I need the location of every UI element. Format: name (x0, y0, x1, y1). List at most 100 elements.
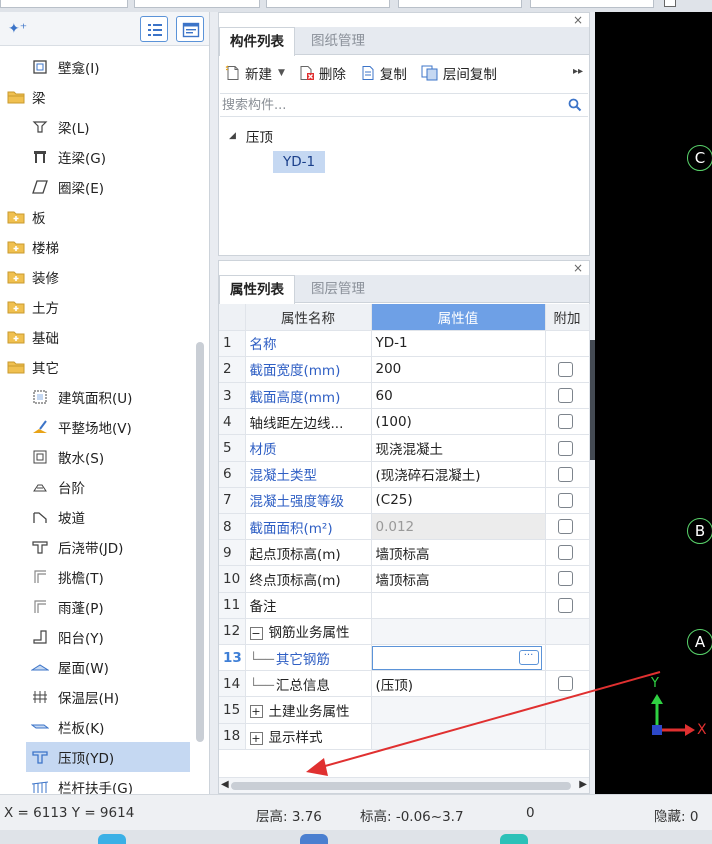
close-icon[interactable]: × (573, 261, 583, 275)
expand-group-icon[interactable]: + (249, 731, 263, 745)
property-row[interactable]: 3 截面高度(mm) 60 (219, 382, 590, 410)
taskbar-app-icon-1[interactable] (98, 834, 126, 844)
tab-drawing-management[interactable]: 图纸管理 (301, 27, 375, 55)
tree-item[interactable]: 栏杆扶手(G) (0, 772, 196, 794)
property-value[interactable]: (压顶) (371, 670, 546, 698)
property-value[interactable]: (C25) (371, 487, 546, 515)
floor-copy-button[interactable]: 层间复制 (421, 63, 497, 83)
tree-item[interactable]: 阳台(Y) (0, 622, 196, 652)
tree-item[interactable]: 连梁(G) (0, 142, 196, 172)
tree-item[interactable]: 栏板(K) (0, 712, 196, 742)
scrollbar-thumb[interactable] (231, 782, 571, 790)
attach-checkbox[interactable] (557, 440, 573, 456)
top-dropdown-2[interactable] (134, 0, 260, 8)
toolbar-overflow-icon[interactable]: ▸▸ (573, 66, 583, 77)
tree-item[interactable]: 散水(S) (0, 442, 196, 472)
property-value[interactable]: (现浇碎石混凝土) (371, 461, 546, 488)
tree-item[interactable]: 屋面(W) (0, 652, 196, 682)
tree-item[interactable]: 后浇带(JD) (0, 532, 196, 562)
top-dropdown-1[interactable] (0, 0, 128, 8)
attach-checkbox[interactable] (557, 676, 573, 692)
new-button[interactable]: 新建 ▼ (225, 63, 285, 83)
property-value[interactable]: ··· (371, 644, 546, 672)
tree-category[interactable]: 基础 (0, 322, 196, 352)
tree-category[interactable]: 土方 (0, 292, 196, 322)
tree-scrollbar[interactable] (196, 342, 204, 742)
tree-leaf-yd1[interactable]: YD-1 (273, 151, 326, 173)
sparkle-icon[interactable]: ✦⁺ (8, 21, 27, 37)
property-row[interactable]: 10 终点顶标高(m) 墙顶标高 (219, 565, 590, 593)
detail-view-button[interactable] (176, 16, 204, 42)
drawing-canvas[interactable]: C B A Y X (595, 12, 712, 794)
tree-item[interactable]: 压顶(YD) (26, 742, 190, 772)
tree-item[interactable]: 壁龛(I) (0, 52, 196, 82)
property-row[interactable]: 12− 钢筋业务属性 (219, 618, 590, 645)
tree-item[interactable]: 台阶 (0, 472, 196, 502)
copy-button[interactable]: 复制 (360, 63, 407, 83)
tree-item[interactable]: 坡道 (0, 502, 196, 532)
tree-category[interactable]: 装修 (0, 262, 196, 292)
taskbar-app-icon-3[interactable] (500, 834, 528, 844)
tree-category[interactable]: 其它 (0, 352, 196, 382)
delete-button[interactable]: 删除 (299, 63, 346, 83)
property-value[interactable]: 墙顶标高 (371, 539, 546, 567)
attach-checkbox[interactable] (557, 545, 573, 561)
expand-triangle-icon[interactable]: ◢ (229, 131, 236, 141)
property-row[interactable]: 4 轴线距左边线... (100) (219, 408, 590, 436)
top-checkbox[interactable] (664, 0, 676, 7)
chevron-down-icon[interactable]: ▼ (278, 68, 285, 78)
attach-checkbox[interactable] (557, 492, 573, 508)
attach-checkbox[interactable] (557, 361, 573, 377)
attach-checkbox[interactable] (557, 388, 573, 404)
top-dropdown-4[interactable] (398, 0, 522, 8)
property-row[interactable]: 9 起点顶标高(m) 墙顶标高 (219, 539, 590, 567)
attach-checkbox[interactable] (557, 466, 573, 482)
expand-group-icon[interactable]: + (249, 705, 263, 719)
tree-item[interactable]: 雨蓬(P) (0, 592, 196, 622)
attach-checkbox[interactable] (557, 571, 573, 587)
property-value[interactable]: 现浇混凝土 (371, 434, 546, 462)
top-dropdown-5[interactable] (530, 0, 654, 8)
close-icon[interactable]: × (573, 13, 583, 27)
search-icon[interactable] (568, 98, 582, 112)
tab-component-list[interactable]: 构件列表 (219, 27, 295, 56)
property-row[interactable]: 5 材质 现浇混凝土 (219, 434, 590, 462)
property-row[interactable]: 14 └── 汇总信息 (压顶) (219, 670, 590, 698)
property-value[interactable]: YD-1 (371, 330, 546, 357)
tab-layer-management[interactable]: 图层管理 (301, 275, 375, 303)
property-row[interactable]: 1 名称 YD-1 (219, 330, 590, 357)
horizontal-scrollbar[interactable]: ◀ ▶ (219, 777, 589, 793)
attach-checkbox[interactable] (557, 414, 573, 430)
property-row[interactable]: 6 混凝土类型 (现浇碎石混凝土) (219, 461, 590, 488)
top-dropdown-3[interactable] (266, 0, 390, 8)
attach-checkbox[interactable] (557, 597, 573, 613)
property-row[interactable]: 18 + 显示样式 (219, 723, 590, 750)
tree-item[interactable]: 平整场地(V) (0, 412, 196, 442)
attach-checkbox[interactable] (557, 519, 573, 535)
property-row[interactable]: 2 截面宽度(mm) 200 (219, 356, 590, 384)
tree-category[interactable]: 板 (0, 202, 196, 232)
scroll-right-icon[interactable]: ▶ (579, 779, 587, 790)
tree-category[interactable]: 梁 (0, 82, 196, 112)
property-value[interactable]: 200 (371, 356, 546, 384)
tree-item[interactable]: 挑檐(T) (0, 562, 196, 592)
property-value[interactable]: (100) (371, 408, 546, 436)
property-value[interactable]: 60 (371, 382, 546, 410)
scroll-left-icon[interactable]: ◀ (221, 779, 229, 790)
property-row[interactable]: 11 备注 (219, 592, 590, 619)
ellipsis-button[interactable]: ··· (518, 649, 539, 665)
property-row[interactable]: 7 混凝土强度等级 (C25) (219, 487, 590, 515)
other-rebar-edit-field[interactable]: ··· (371, 645, 542, 670)
collapse-group-icon[interactable]: − (249, 626, 263, 640)
property-row[interactable]: 8 截面面积(m²) 0.012 (219, 513, 590, 541)
tab-property-list[interactable]: 属性列表 (219, 275, 295, 304)
property-value[interactable]: 0.012 (371, 513, 546, 541)
property-row[interactable]: 13 └── 其它钢筋 ··· (219, 644, 590, 672)
tree-item[interactable]: 梁(L) (0, 112, 196, 142)
taskbar-app-icon-2[interactable] (300, 834, 328, 844)
tree-item[interactable]: 建筑面积(U) (0, 382, 196, 412)
tree-category[interactable]: 楼梯 (0, 232, 196, 262)
tree-node-coping[interactable]: ◢ 压顶 (229, 123, 325, 149)
tree-item[interactable]: 圈梁(E) (0, 172, 196, 202)
property-value[interactable]: 墙顶标高 (371, 565, 546, 593)
